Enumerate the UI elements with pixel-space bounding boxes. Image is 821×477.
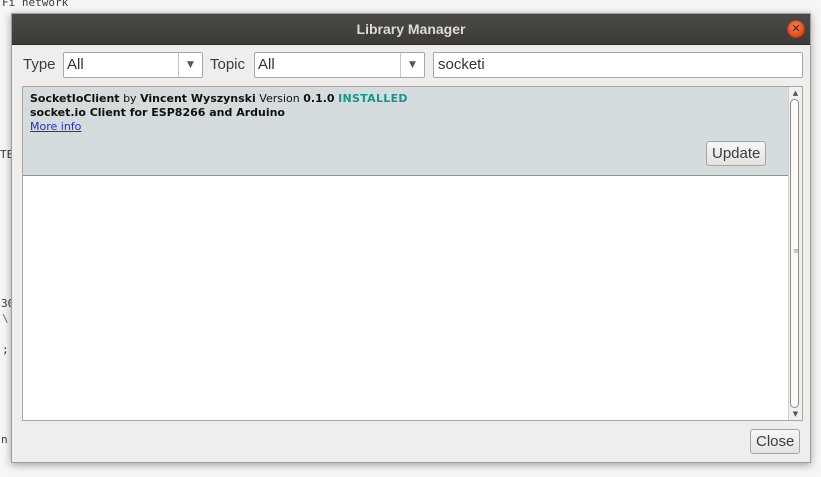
- filter-bar: Type All ▼ Topic All ▼ socketi: [23, 52, 803, 78]
- library-list[interactable]: SocketIoClient by Vincent Wyszynski Vers…: [22, 86, 803, 421]
- library-by: by: [123, 92, 137, 105]
- type-label: Type: [23, 56, 56, 73]
- type-dropdown-value: All: [67, 56, 84, 73]
- chevron-down-icon[interactable]: ▼: [400, 53, 424, 77]
- chevron-down-icon[interactable]: ▼: [178, 53, 202, 77]
- topic-label: Topic: [210, 56, 246, 73]
- library-version-label: Version: [259, 92, 300, 105]
- editor-text-fragment: Fi network: [2, 0, 69, 9]
- library-version: 0.1.0: [303, 92, 335, 105]
- list-item[interactable]: SocketIoClient by Vincent Wyszynski Vers…: [23, 87, 788, 176]
- more-info-row: More info: [30, 120, 81, 133]
- scrollbar[interactable]: ▲ ≡ ▼: [788, 87, 802, 420]
- title-bar[interactable]: Library Manager ✕: [12, 14, 810, 45]
- close-button[interactable]: Close: [750, 429, 801, 454]
- topic-dropdown[interactable]: All ▼: [254, 52, 425, 78]
- scrollbar-thumb[interactable]: ≡: [790, 99, 799, 408]
- editor-text-fragment: ;: [2, 343, 9, 356]
- installed-badge: INSTALLED: [338, 92, 408, 105]
- library-name: SocketIoClient: [30, 92, 120, 105]
- editor-text-fragment: n: [1, 433, 8, 446]
- scroll-down-icon[interactable]: ▼: [789, 409, 802, 419]
- editor-text-fragment: \: [2, 312, 9, 325]
- dialog-title: Library Manager: [356, 21, 466, 37]
- topic-dropdown-value: All: [258, 56, 275, 73]
- search-input[interactable]: socketi: [433, 52, 803, 78]
- library-author: Vincent Wyszynski: [140, 92, 256, 105]
- library-description: socket.io Client for ESP8266 and Arduino: [30, 106, 285, 119]
- grip-icon: ≡: [793, 247, 799, 255]
- library-manager-dialog: Library Manager ✕ Type All ▼ Topic All ▼…: [11, 13, 811, 463]
- scroll-up-icon[interactable]: ▲: [789, 88, 802, 98]
- more-info-link[interactable]: More info: [30, 120, 81, 133]
- library-header: SocketIoClient by Vincent Wyszynski Vers…: [30, 92, 408, 105]
- type-dropdown[interactable]: All ▼: [63, 52, 203, 78]
- close-icon[interactable]: ✕: [787, 20, 805, 38]
- update-button[interactable]: Update: [706, 141, 767, 166]
